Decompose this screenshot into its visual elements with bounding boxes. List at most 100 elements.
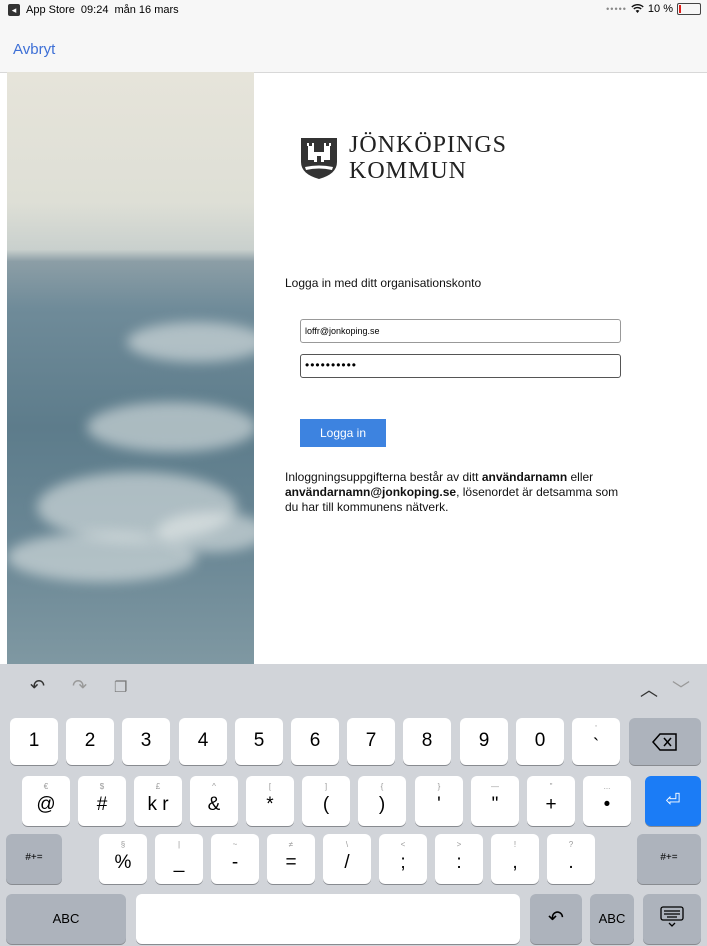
- backspace-key[interactable]: [629, 718, 701, 765]
- key-secondary-label: ~: [232, 840, 238, 849]
- undo-icon[interactable]: ↶: [30, 676, 45, 697]
- keyboard-key[interactable]: 1: [10, 718, 58, 765]
- keyboard: ↶ ↷ ❐ ︿ ﹀ ⏎ #+= #+= ABC ↶ ABC 1 2 3 4 5 6 7 8 90…: [0, 664, 707, 946]
- keyboard-key[interactable]: §%: [99, 834, 147, 884]
- chevron-up-icon[interactable]: ︿: [640, 676, 658, 702]
- keyboard-key[interactable]: 6: [291, 718, 339, 765]
- back-arrow-icon[interactable]: ◂: [8, 4, 20, 16]
- keyboard-key[interactable]: \ /: [323, 834, 371, 884]
- keyboard-key[interactable]: 3: [122, 718, 170, 765]
- key-label: 5: [253, 730, 265, 751]
- key-label: 4: [197, 730, 209, 751]
- key-secondary-label: |: [177, 840, 181, 849]
- key-label: .: [568, 852, 574, 873]
- status-left: ◂ App Store 09:24 mån 16 mars: [8, 4, 179, 16]
- key-secondary-label: !: [513, 840, 517, 849]
- undo-key[interactable]: ↶: [530, 894, 582, 944]
- space-key[interactable]: [136, 894, 520, 944]
- key-secondary-label: [: [268, 782, 272, 791]
- key-label: k r: [147, 794, 169, 815]
- key-label: :: [456, 852, 462, 873]
- undo-key-icon: ↶: [548, 908, 564, 929]
- status-date: mån 16 mars: [114, 4, 179, 16]
- chevron-down-icon[interactable]: ﹀: [672, 676, 690, 702]
- keyboard-key[interactable]: >:: [435, 834, 483, 884]
- keyboard-key[interactable]: 8: [403, 718, 451, 765]
- key-secondary-label: ": [549, 782, 553, 791]
- back-app-label[interactable]: App Store: [26, 4, 75, 16]
- key-label: (: [322, 794, 330, 815]
- key-label: 8: [421, 730, 433, 751]
- keyboard-key[interactable]: € @: [22, 776, 70, 826]
- key-label: ': [437, 794, 441, 815]
- status-bar: ◂ App Store 09:24 mån 16 mars ••••• 10 %: [0, 0, 707, 22]
- keyboard-key[interactable]: ?.: [547, 834, 595, 884]
- keyboard-key[interactable]: — ": [471, 776, 519, 826]
- status-time: 09:24: [80, 4, 109, 16]
- shift-symbols-right-key[interactable]: #+=: [637, 834, 701, 884]
- abc-left-key[interactable]: ABC: [6, 894, 126, 944]
- info-email: användarnamn@jonkoping.se: [285, 485, 457, 499]
- keyboard-key[interactable]: 7: [347, 718, 395, 765]
- username-field[interactable]: loffr@jonkoping.se: [300, 319, 621, 343]
- key-label: *: [266, 794, 274, 815]
- key-secondary-label: >: [456, 840, 462, 849]
- keyboard-key[interactable]: ... •: [583, 776, 631, 826]
- redo-icon[interactable]: ↷: [72, 676, 87, 697]
- keyboard-key[interactable]: $ #: [78, 776, 126, 826]
- keyboard-key[interactable]: ](: [302, 776, 350, 826]
- key-secondary-label: }: [437, 782, 441, 791]
- status-right: ••••• 10 %: [606, 3, 701, 15]
- key-label: 1: [28, 730, 40, 751]
- keyboard-key[interactable]: ≠ =: [267, 834, 315, 884]
- key-label: 7: [365, 730, 377, 751]
- keyboard-key[interactable]: {): [358, 776, 406, 826]
- key-secondary-label: §: [120, 840, 126, 849]
- keyboard-key[interactable]: 9: [460, 718, 508, 765]
- keyboard-key[interactable]: } ': [415, 776, 463, 826]
- keyboard-key[interactable]: 4: [179, 718, 227, 765]
- battery-icon: [677, 3, 701, 15]
- key-secondary-label: {: [380, 782, 384, 791]
- keyboard-key[interactable]: | _: [155, 834, 203, 884]
- crest-icon: [301, 138, 337, 179]
- key-label: 2: [84, 730, 96, 751]
- keyboard-key[interactable]: ' `: [572, 718, 620, 765]
- key-secondary-label: ?: [568, 840, 574, 849]
- key-secondary-label: <: [400, 840, 406, 849]
- key-secondary-label: ...: [603, 782, 611, 791]
- abc-right-label: ABC: [598, 911, 626, 926]
- login-button[interactable]: Logga in: [300, 419, 386, 447]
- logo-text: JÖNKÖPINGS KOMMUN: [349, 132, 507, 184]
- keyboard-key[interactable]: £ k r: [134, 776, 182, 826]
- keyboard-hide-icon: [660, 906, 684, 927]
- key-label: #: [96, 794, 108, 815]
- mist-cloud: [87, 402, 254, 452]
- key-label: /: [344, 852, 350, 873]
- cancel-button[interactable]: Avbryt: [13, 41, 55, 58]
- paste-icon[interactable]: ❐: [114, 678, 127, 696]
- key-secondary-label: £: [155, 782, 161, 791]
- key-label: &: [207, 794, 221, 815]
- keyboard-key[interactable]: ~ -: [211, 834, 259, 884]
- keyboard-key[interactable]: 2: [66, 718, 114, 765]
- abc-right-key[interactable]: ABC: [590, 894, 634, 944]
- keyboard-key[interactable]: <;: [379, 834, 427, 884]
- keyboard-key[interactable]: " +: [527, 776, 575, 826]
- key-label: ): [378, 794, 386, 815]
- shift-symbols-left-key[interactable]: #+=: [6, 834, 62, 884]
- keyboard-key[interactable]: !,: [491, 834, 539, 884]
- shift-left-label: #+=: [25, 852, 43, 863]
- key-secondary-label: €: [43, 782, 49, 791]
- key-label: %: [114, 852, 132, 873]
- keyboard-dismiss-key[interactable]: [643, 894, 701, 944]
- keyboard-key[interactable]: 0: [516, 718, 564, 765]
- keyboard-key[interactable]: ^ &: [190, 776, 238, 826]
- keyboard-key[interactable]: 5: [235, 718, 283, 765]
- key-secondary-label: —: [491, 782, 499, 791]
- password-field[interactable]: ••••••••••: [300, 354, 621, 378]
- keyboard-key[interactable]: [*: [246, 776, 294, 826]
- nav-bar: Avbryt: [0, 22, 707, 73]
- info-prefix: Inloggningsuppgifterna består av ditt: [285, 470, 482, 484]
- return-key[interactable]: ⏎: [645, 776, 701, 826]
